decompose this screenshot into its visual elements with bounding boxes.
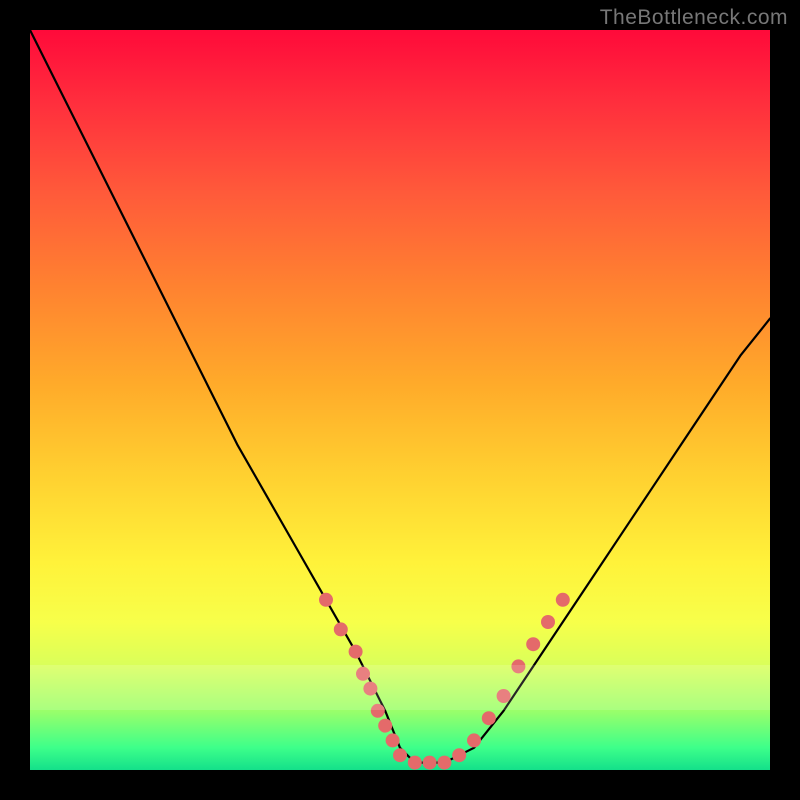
marker-dot xyxy=(423,756,437,770)
marker-dots xyxy=(319,593,570,770)
marker-dot xyxy=(482,711,496,725)
marker-dot xyxy=(334,622,348,636)
marker-dot xyxy=(556,593,570,607)
marker-dot xyxy=(356,667,370,681)
marker-dot xyxy=(371,704,385,718)
marker-dot xyxy=(363,682,377,696)
marker-dot xyxy=(437,756,451,770)
marker-dot xyxy=(349,645,363,659)
marker-dot xyxy=(452,748,466,762)
chart-frame: TheBottleneck.com xyxy=(0,0,800,800)
marker-dot xyxy=(467,733,481,747)
marker-dot xyxy=(541,615,555,629)
marker-dot xyxy=(378,719,392,733)
marker-dot xyxy=(497,689,511,703)
marker-dot xyxy=(408,756,422,770)
plot-area xyxy=(30,30,770,770)
curve-svg xyxy=(30,30,770,770)
watermark-label: TheBottleneck.com xyxy=(600,6,788,30)
bottleneck-curve xyxy=(30,30,770,763)
marker-dot xyxy=(526,637,540,651)
marker-dot xyxy=(386,733,400,747)
marker-dot xyxy=(319,593,333,607)
marker-dot xyxy=(393,748,407,762)
marker-dot xyxy=(511,659,525,673)
